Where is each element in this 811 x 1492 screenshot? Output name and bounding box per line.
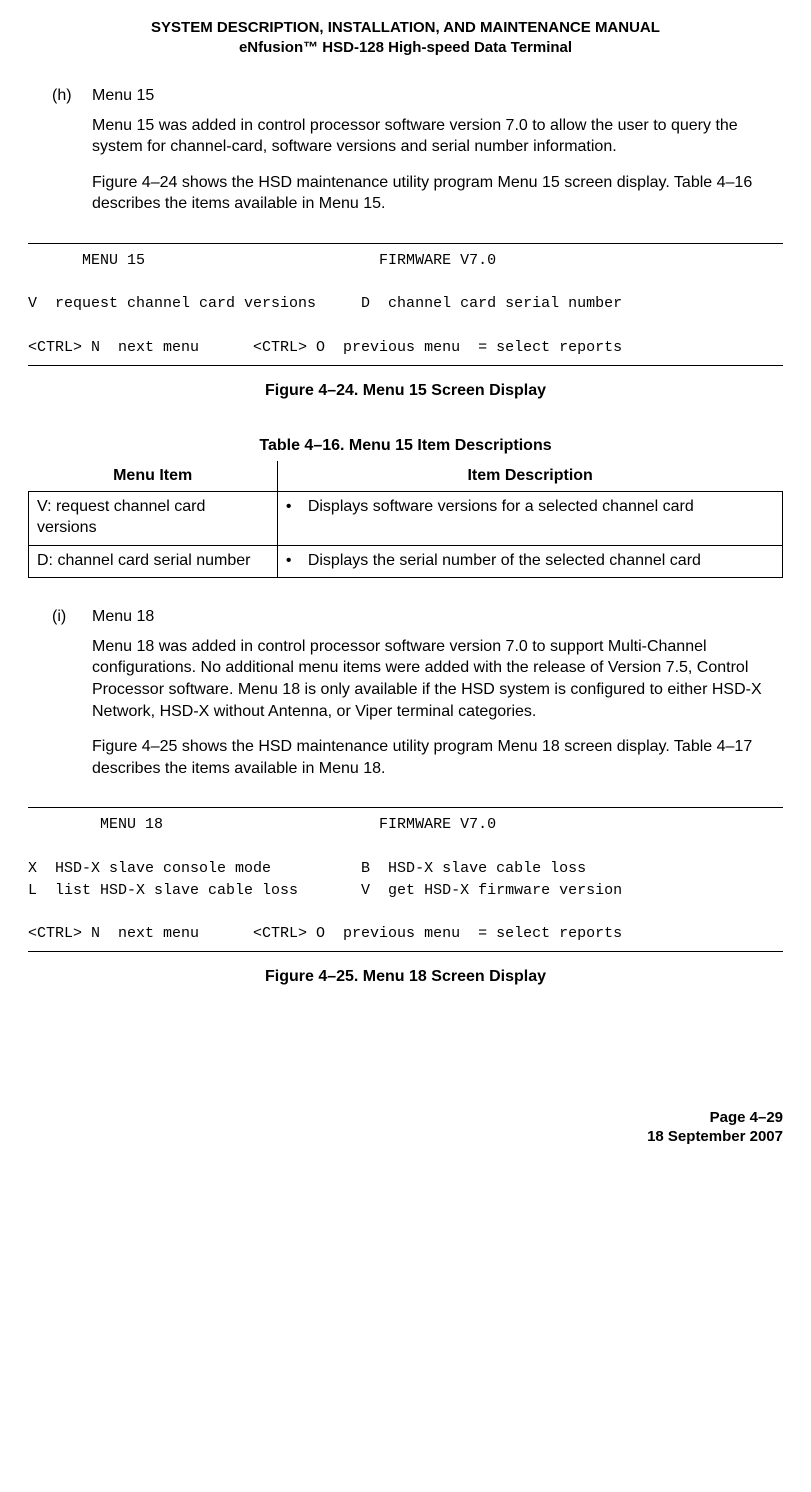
page-number: Page 4–29 [28,1108,783,1128]
section-h-heading: (h) Menu 15 [52,85,783,107]
figure-4-24-caption: Figure 4–24. Menu 15 Screen Display [28,380,783,402]
manual-header-line2: eNfusion™ HSD-128 High-speed Data Termin… [28,38,783,58]
table-cell-desc: • Displays the serial number of the sele… [277,545,782,578]
table-row: D: channel card serial number • Displays… [29,545,783,578]
section-title: Menu 18 [92,606,154,628]
section-label: (h) [52,85,92,107]
table-4-16-caption: Table 4–16. Menu 15 Item Descriptions [28,435,783,457]
table-header-desc: Item Description [277,461,782,491]
manual-header-line1: SYSTEM DESCRIPTION, INSTALLATION, AND MA… [28,18,783,38]
table-header-item: Menu Item [29,461,278,491]
section-title: Menu 15 [92,85,154,107]
table-cell-desc-text: Displays the serial number of the select… [308,550,701,572]
manual-header: SYSTEM DESCRIPTION, INSTALLATION, AND MA… [28,18,783,57]
section-i-para1: Menu 18 was added in control processor s… [92,636,775,722]
table-4-16: Menu Item Item Description V: request ch… [28,461,783,578]
table-cell-desc: • Displays software versions for a selec… [277,491,782,545]
table-cell-item: V: request channel card versions [29,491,278,545]
bullet-icon: • [286,496,308,518]
table-cell-item: D: channel card serial number [29,545,278,578]
section-label: (i) [52,606,92,628]
figure-4-25-caption: Figure 4–25. Menu 18 Screen Display [28,966,783,988]
table-row: V: request channel card versions • Displ… [29,491,783,545]
page-footer: Page 4–29 18 September 2007 [28,1108,783,1147]
section-i-para2: Figure 4–25 shows the HSD maintenance ut… [92,736,775,779]
menu18-terminal: MENU 18 FIRMWARE V7.0 X HSD-X slave cons… [28,807,783,952]
section-h-para1: Menu 15 was added in control processor s… [92,115,775,158]
table-cell-desc-text: Displays software versions for a selecte… [308,496,694,518]
section-h-para2: Figure 4–24 shows the HSD maintenance ut… [92,172,775,215]
section-i-heading: (i) Menu 18 [52,606,783,628]
page-date: 18 September 2007 [28,1127,783,1147]
bullet-icon: • [286,550,308,572]
menu15-terminal: MENU 15 FIRMWARE V7.0 V request channel … [28,243,783,366]
